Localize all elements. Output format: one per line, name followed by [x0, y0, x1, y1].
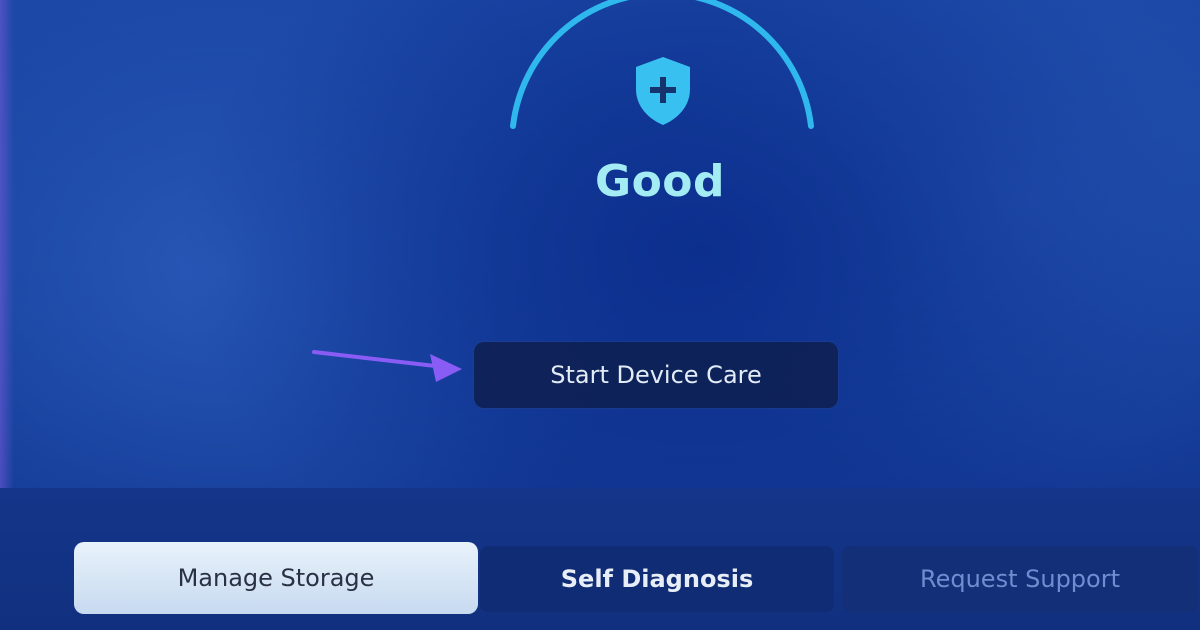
manage-storage-button[interactable]: Manage Storage	[74, 542, 478, 614]
device-care-screen: Good Start Device Care Manage Storage Se…	[0, 0, 1200, 630]
request-support-button[interactable]: Request Support	[842, 546, 1198, 612]
status-label: Good	[594, 156, 726, 207]
self-diagnosis-button[interactable]: Self Diagnosis	[480, 546, 834, 612]
shield-plus-icon	[636, 57, 690, 125]
start-device-care-button[interactable]: Start Device Care	[474, 342, 838, 408]
